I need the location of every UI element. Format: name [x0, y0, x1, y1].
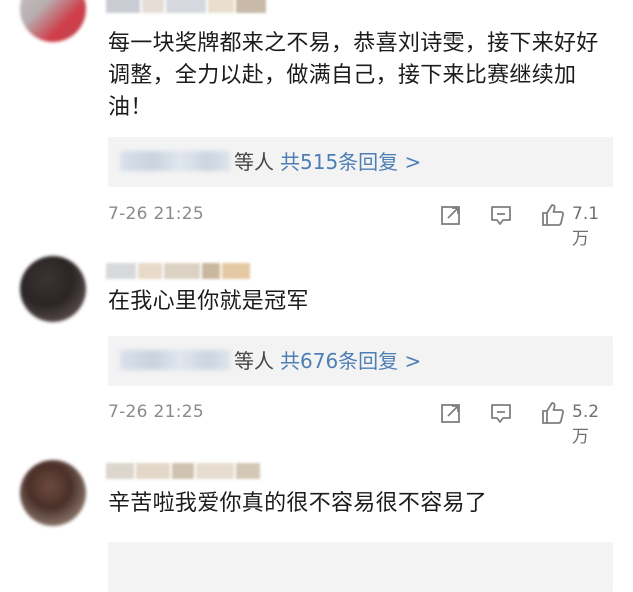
replies-box[interactable]: 等人 共676条回复 > [108, 336, 613, 386]
comment-meta: 7-26 21:25 7.1万 [108, 200, 613, 249]
replies-summary[interactable]: 等人 共515条回复 > [234, 148, 421, 176]
username-mosaic [106, 260, 282, 280]
avatar[interactable] [20, 0, 86, 42]
like-count: 7.1万 [572, 204, 600, 249]
comment-text: 在我心里你就是冠军 [108, 289, 309, 314]
replier-names-blur [120, 151, 230, 171]
comment-text: 每一块奖牌都来之不易，恭喜刘诗雯，接下来好好调整，全力以赴，做满自己，接下来比赛… [108, 31, 599, 120]
replies-count-link[interactable]: 共515条回复 > [280, 150, 421, 174]
username-mosaic [106, 0, 282, 14]
username-mosaic [106, 460, 282, 480]
replies-box[interactable] [108, 542, 613, 592]
replies-prefix: 等人 [234, 150, 274, 174]
replies-count-link[interactable]: 共676条回复 > [280, 349, 421, 373]
like-icon[interactable] [540, 202, 566, 228]
reply-icon[interactable] [488, 202, 514, 228]
avatar[interactable] [20, 460, 86, 526]
comment-text: 辛苦啦我爱你真的很不容易很不容易了 [108, 491, 488, 516]
like-icon[interactable] [540, 400, 566, 426]
replies-prefix: 等人 [234, 349, 274, 373]
timestamp: 7-26 21:25 [108, 204, 204, 224]
replier-names-blur [120, 350, 230, 370]
share-icon[interactable] [438, 400, 464, 426]
replies-box[interactable]: 等人 共515条回复 > [108, 137, 613, 187]
replies-summary[interactable]: 等人 共676条回复 > [234, 347, 421, 375]
avatar[interactable] [20, 256, 86, 322]
comment-feed: 每一块奖牌都来之不易，恭喜刘诗雯，接下来好好调整，全力以赴，做满自己，接下来比赛… [0, 0, 633, 592]
share-icon[interactable] [438, 202, 464, 228]
reply-icon[interactable] [488, 400, 514, 426]
comment-meta: 7-26 21:25 5.2万 [108, 398, 613, 447]
timestamp: 7-26 21:25 [108, 402, 204, 422]
like-count: 5.2万 [572, 402, 600, 447]
